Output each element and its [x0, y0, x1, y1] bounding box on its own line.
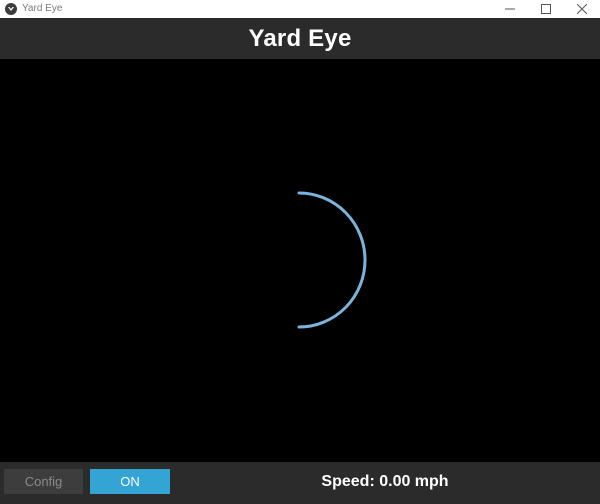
window-titlebar[interactable]: Yard Eye [0, 0, 600, 18]
bottom-toolbar: Config ON Speed: 0.00 mph [0, 462, 600, 504]
speed-prefix: Speed: [321, 473, 380, 490]
config-button[interactable]: Config [4, 469, 83, 494]
window-title: Yard Eye [22, 3, 63, 14]
close-button[interactable] [564, 0, 600, 18]
minimize-icon [505, 8, 515, 10]
speed-readout: Speed: 0.00 mph [270, 462, 500, 502]
on-button[interactable]: ON [90, 469, 170, 494]
arc-indicator-icon [297, 191, 367, 329]
page-title: Yard Eye [248, 24, 352, 52]
speed-unit: mph [410, 473, 449, 490]
minimize-button[interactable] [492, 0, 528, 18]
speed-value: 0.00 [379, 473, 411, 490]
close-icon [577, 4, 587, 14]
app-logo-icon [5, 3, 17, 15]
app-header: Yard Eye [0, 18, 600, 59]
viewport-canvas [297, 191, 367, 329]
window-controls [492, 0, 600, 18]
camera-viewport[interactable] [0, 59, 600, 462]
maximize-button[interactable] [528, 0, 564, 18]
app-window: Yard Eye Yard Eye Config ON Speed: 0.00 … [0, 0, 600, 504]
maximize-icon [541, 4, 551, 14]
